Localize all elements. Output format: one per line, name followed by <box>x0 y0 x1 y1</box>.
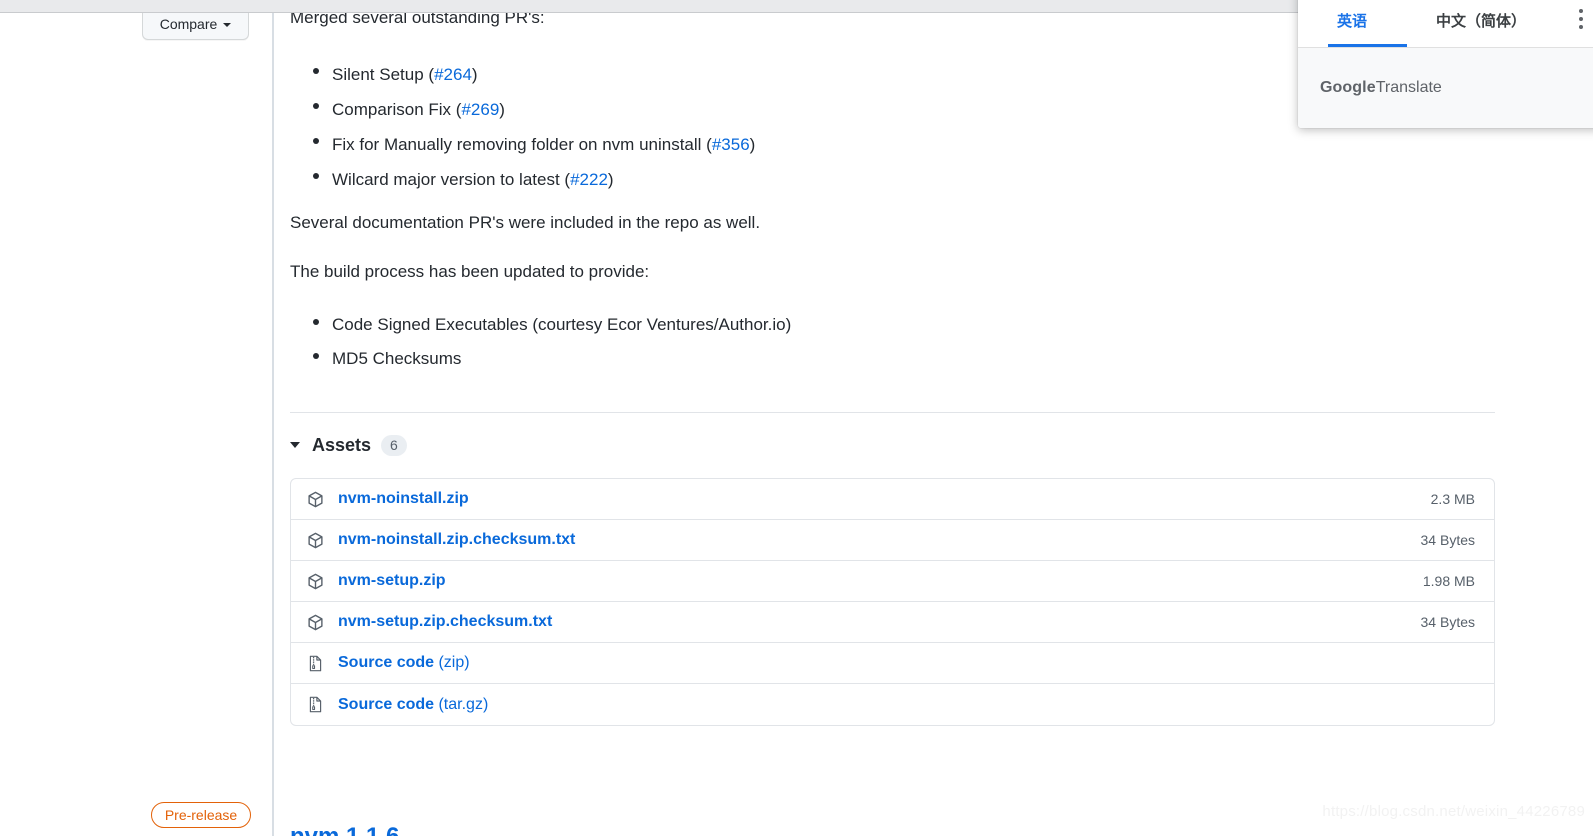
issue-link[interactable]: #222 <box>570 170 608 189</box>
package-icon <box>305 571 325 591</box>
watermark: https://blog.csdn.net/weixin_44226789 <box>1322 803 1585 820</box>
table-row[interactable]: nvm-noinstall.zip 2.3 MB <box>291 479 1494 520</box>
package-icon <box>305 530 325 550</box>
page-viewport: Compare Pre-release Merged several outst… <box>0 13 1593 836</box>
file-zip-icon <box>305 695 325 715</box>
asset-file-name: nvm-noinstall.zip.checksum.txt <box>338 531 576 548</box>
issue-link[interactable]: #356 <box>712 135 750 154</box>
table-row[interactable]: nvm-setup.zip.checksum.txt 34 Bytes <box>291 602 1494 643</box>
asset-link[interactable]: Source code (zip) <box>338 654 1475 672</box>
issue-link[interactable]: #269 <box>461 100 499 119</box>
table-row[interactable]: nvm-noinstall.zip.checksum.txt 34 Bytes <box>291 520 1494 561</box>
build-features-list: Code Signed Executables (courtesy Ecor V… <box>290 308 791 376</box>
list-item: Fix for Manually removing folder on nvm … <box>290 127 755 162</box>
asset-size: 2.3 MB <box>1430 491 1475 507</box>
tab-source-language[interactable]: 英语 <box>1327 10 1408 47</box>
asset-file-suffix: (tar.gz) <box>434 695 489 713</box>
assets-count-badge: 6 <box>381 434 407 456</box>
assets-toggle[interactable]: Assets 6 <box>290 431 407 459</box>
pr-item-text: Wilcard major version to latest <box>332 170 560 189</box>
package-icon <box>305 612 325 632</box>
kebab-menu-icon[interactable] <box>1573 9 1589 29</box>
asset-link[interactable]: nvm-noinstall.zip.checksum.txt <box>338 531 1421 549</box>
asset-link[interactable]: Source code (tar.gz) <box>338 696 1475 714</box>
table-row[interactable]: Source code (tar.gz) <box>291 684 1494 725</box>
package-icon <box>305 489 325 509</box>
asset-size: 34 Bytes <box>1420 614 1475 630</box>
issue-link[interactable]: #264 <box>434 65 472 84</box>
pr-list: Silent Setup (#264) Comparison Fix (#269… <box>290 57 755 197</box>
asset-file-suffix: (zip) <box>434 654 470 671</box>
status-badge-prerelease: Pre-release <box>151 802 251 828</box>
timeline-divider <box>272 13 274 836</box>
pr-item-text: Comparison Fix <box>332 100 452 119</box>
list-item: Code Signed Executables (courtesy Ecor V… <box>290 308 791 342</box>
list-item: Silent Setup (#264) <box>290 57 755 92</box>
paragraph-build-intro: The build process has been updated to pr… <box>290 262 650 281</box>
chevron-down-icon <box>223 23 232 27</box>
pr-item-text: Silent Setup <box>332 65 424 84</box>
list-item: Wilcard major version to latest (#222) <box>290 162 755 197</box>
asset-file-name: Source code <box>338 695 435 713</box>
browser-chrome-inner <box>0 0 1520 9</box>
list-item: Comparison Fix (#269) <box>290 92 755 127</box>
asset-file-name: nvm-setup.zip <box>338 572 446 589</box>
assets-table: nvm-noinstall.zip 2.3 MB nvm-noinstall.z… <box>290 478 1495 726</box>
compare-button-label: Compare <box>159 16 218 32</box>
pr-item-text: Fix for Manually removing folder on nvm … <box>332 135 702 154</box>
compare-button[interactable]: Compare <box>142 13 249 40</box>
translate-tab-bar: 英语 中文（简体） <box>1298 0 1593 48</box>
translate-brand-translate: Translate <box>1375 79 1442 96</box>
prerelease-label: Pre-release <box>164 807 238 823</box>
assets-title: Assets <box>312 434 372 455</box>
asset-link[interactable]: nvm-noinstall.zip <box>338 490 1431 508</box>
section-divider <box>290 412 1495 413</box>
asset-size: 1.98 MB <box>1422 573 1475 589</box>
triangle-down-icon <box>290 442 300 448</box>
asset-link[interactable]: nvm-setup.zip <box>338 572 1423 590</box>
asset-file-name: nvm-setup.zip.checksum.txt <box>338 613 553 630</box>
table-row[interactable]: nvm-setup.zip 1.98 MB <box>291 561 1494 602</box>
paragraph-merged-prs: Merged several outstanding PR's: <box>290 13 545 27</box>
translate-brand: Google Translate <box>1298 48 1593 128</box>
list-item: MD5 Checksums <box>290 342 791 376</box>
file-zip-icon <box>305 653 325 673</box>
asset-size: 34 Bytes <box>1420 532 1475 548</box>
tab-target-language[interactable]: 中文（简体） <box>1436 10 1526 47</box>
paragraph-docs-note: Several documentation PR's were included… <box>290 213 761 232</box>
asset-file-name: Source code <box>338 654 435 671</box>
table-row[interactable]: Source code (zip) <box>291 643 1494 684</box>
asset-file-name: nvm-noinstall.zip <box>338 490 469 507</box>
next-release-title[interactable]: nvm 1.1.6 <box>290 823 399 836</box>
asset-link[interactable]: nvm-setup.zip.checksum.txt <box>338 613 1421 631</box>
release-sidebar: Compare Pre-release <box>0 13 273 836</box>
translate-brand-google: Google <box>1320 79 1376 96</box>
google-translate-popup: 英语 中文（简体） Google Translate <box>1298 0 1593 128</box>
